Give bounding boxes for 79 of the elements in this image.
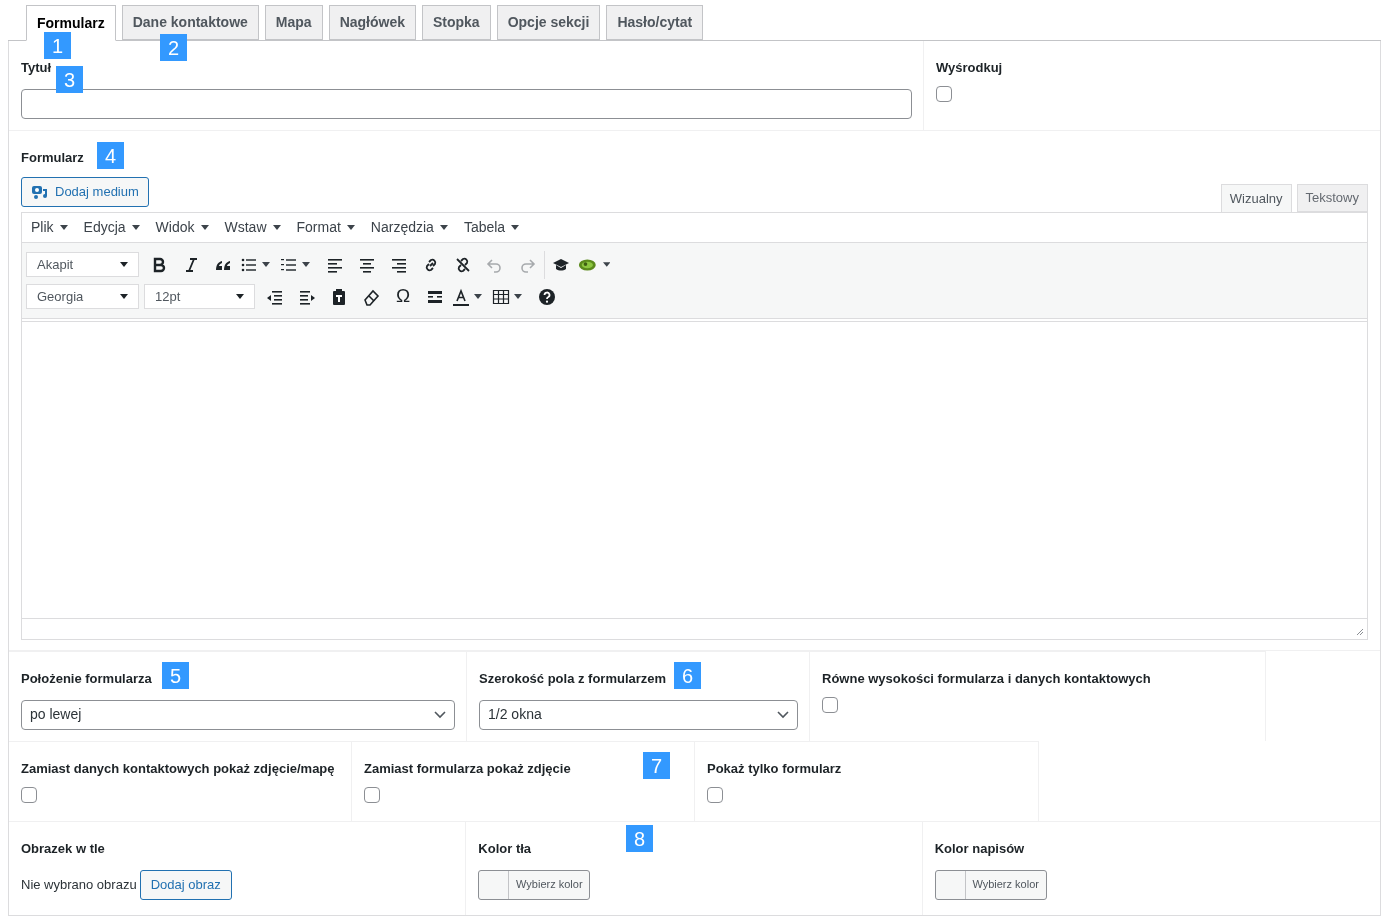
annotation-badge: 2 [160,34,187,61]
field-label: Położenie formularza [21,670,152,688]
dropdown[interactable]: po lewej [21,699,455,730]
tab[interactable]: Dane kontaktowe [121,5,259,40]
field-label: Wyśrodkuj [936,59,1003,77]
caret-icon [302,261,310,268]
special-character-button[interactable]: Ω [387,282,419,311]
caret-icon [474,293,482,300]
caret-icon [511,224,520,231]
caret-icon [236,293,244,300]
field-label: Obrazek w tle [21,840,105,858]
tab[interactable]: Opcje sekcji [496,5,601,40]
menu-item[interactable]: Edycja [83,217,140,238]
field-label: Szerokość pola z formularzem [479,670,667,688]
field-label: Kolor napisów [934,840,1025,858]
font-select[interactable]: Akapit [26,252,139,277]
chevron-down-icon [434,710,446,719]
caret-icon [59,224,68,231]
color-picker-button[interactable]: Wybierz kolor [934,869,1047,900]
font-select[interactable]: 12pt [144,284,255,309]
tab[interactable]: Nagłówek [328,5,416,40]
checkbox[interactable] [707,786,723,803]
annotation-badge: 3 [56,66,83,93]
field-label: Zamiast formularza pokaż zdjęcie [364,760,571,778]
menu-item[interactable]: Narzędzia [370,217,448,238]
annotation-badge: 5 [162,662,189,689]
caret-icon [272,224,281,231]
caret-icon [439,224,448,231]
color-button-text: Wybierz kolor [971,877,1040,893]
color-button-text: Wybierz kolor [515,877,584,893]
caret-icon [131,224,140,231]
unlink-icon [454,255,472,274]
caret-icon [120,293,128,300]
checkbox[interactable] [822,696,838,713]
menu-item[interactable]: Tabela [463,217,520,238]
help-icon [538,287,556,306]
text-color-icon [452,287,470,306]
caret-icon [346,224,355,231]
tab[interactable]: Hasło/cytat [606,5,704,40]
field-label: Kolor tła [478,840,532,858]
checkbox[interactable] [364,786,380,803]
font-select[interactable]: Georgia [26,284,139,309]
add-media-button[interactable]: Dodaj medium [21,177,149,207]
tab[interactable]: Mapa [264,5,323,40]
menu-item[interactable]: Format [296,217,355,238]
annotation-badge: 4 [97,142,124,169]
annotation-badge: 1 [44,32,71,59]
caret-icon [200,224,209,231]
caret-icon [262,261,270,268]
checkbox[interactable] [936,85,952,102]
field-label: Pokaż tylko formularz [707,760,842,778]
editor-mode-tab[interactable]: Wizualny [1220,184,1292,213]
menu-item[interactable]: Widok [155,217,209,238]
title-input[interactable] [21,88,912,119]
annotation-badge: 6 [674,662,701,689]
media-icon [31,184,49,200]
editor-mode-tab[interactable]: Tekstowy [1296,184,1368,212]
caret-icon [514,293,522,300]
menu-item[interactable]: Wstaw [224,217,281,238]
dropdown[interactable]: 1/2 okna [479,699,798,730]
field-label: Równe wysokości formularza i danych kontaktowych [822,670,1151,688]
field-label: Tytuł [21,59,52,77]
tab[interactable]: Stopka [422,5,491,40]
caret-icon [120,261,128,268]
field-label: Zamiast danych kontaktowych pokaż zdjęcie/mapę [21,760,335,778]
table-icon [492,287,510,306]
checkbox[interactable] [21,786,37,803]
caret-icon [602,261,610,268]
status-text: Nie wybrano obrazu [21,875,137,894]
annotation-badge: 7 [643,752,670,779]
clipboard-icon [330,287,348,306]
color-picker-button[interactable]: Wybierz kolor [478,869,591,900]
resize-handle-icon [1356,628,1364,636]
annotation-badge: 8 [626,825,653,852]
menu-item[interactable]: Plik [31,217,68,238]
add-image-button[interactable]: Dodaj obraz [139,869,232,900]
eraser-icon [362,287,380,306]
chevron-down-icon [777,710,789,719]
field-label: Formularz [21,150,84,165]
